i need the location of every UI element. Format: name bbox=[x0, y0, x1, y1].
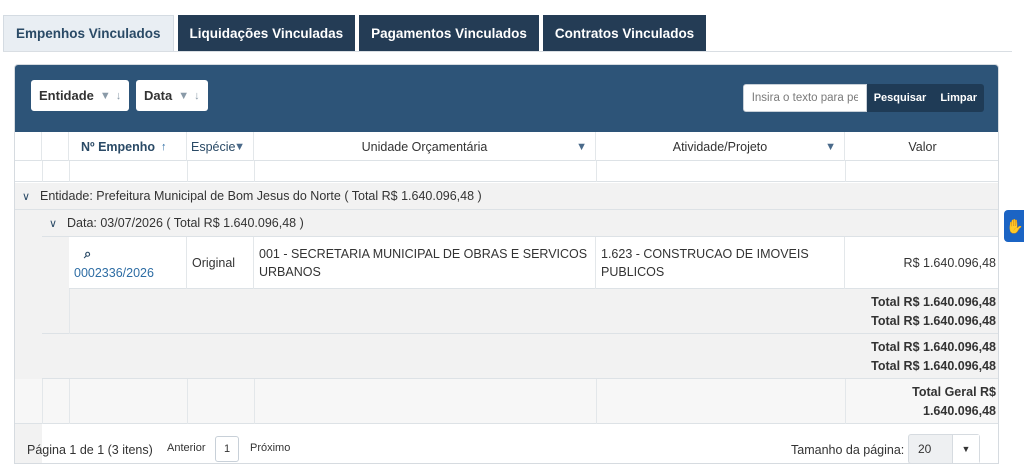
group-row-data[interactable]: ∨ Data: 03/07/2026 ( Total R$ 1.640.096,… bbox=[42, 210, 998, 237]
tab-label: Contratos Vinculados bbox=[554, 25, 695, 41]
cell-empenho: ⌕ 0002336/2026 bbox=[69, 237, 187, 289]
especie-value: Original bbox=[192, 256, 236, 270]
cell-valor: R$ 1.640.096,48 bbox=[845, 237, 998, 289]
chevron-down-icon[interactable]: ∨ bbox=[22, 190, 36, 203]
group-indent bbox=[15, 210, 42, 463]
unidade-value-line2: URBANOS bbox=[259, 265, 321, 279]
atividade-value-line2: PUBLICOS bbox=[601, 265, 665, 279]
header-label: Espécie bbox=[191, 139, 236, 154]
unidade-value-line1: 001 - SECRETARIA MUNICIPAL DE OBRAS E SE… bbox=[259, 247, 588, 261]
filter-icon[interactable]: ▼ bbox=[234, 141, 245, 153]
grand-total-value: 1.640.096,48 bbox=[923, 404, 996, 418]
search-input[interactable] bbox=[742, 84, 867, 112]
group-chip-data[interactable]: Data ▼ ↓ bbox=[136, 80, 208, 111]
pager-info: Página 1 de 1 (3 itens) bbox=[27, 443, 153, 457]
summary-total: Total R$ 1.640.096,48 bbox=[871, 314, 996, 328]
search-bar: Pesquisar Limpar bbox=[742, 84, 984, 112]
grand-total-label: Total Geral R$ bbox=[912, 385, 996, 399]
cell-atividade: 1.623 - CONSTRUCAO DE IMOVEIS PUBLICOS bbox=[596, 237, 845, 289]
header-label: Valor bbox=[908, 139, 937, 154]
tab-label: Empenhos Vinculados bbox=[16, 26, 161, 41]
grand-total-row: Total Geral R$ 1.640.096,48 bbox=[15, 379, 998, 424]
header-atividade[interactable]: Atividade/Projeto ▼ bbox=[596, 132, 845, 161]
chip-label: Entidade bbox=[39, 88, 94, 103]
group-row-entidade[interactable]: ∨ Entidade: Prefeitura Municipal de Bom … bbox=[15, 183, 998, 210]
filter-icon[interactable]: ▼ bbox=[825, 141, 836, 153]
header-unidade[interactable]: Unidade Orçamentária ▼ bbox=[254, 132, 596, 161]
data-grid-panel: Entidade ▼ ↓ Data ▼ ↓ Pesquisar Limpar N… bbox=[14, 64, 999, 464]
cell-especie: Original bbox=[187, 237, 254, 289]
group-indent bbox=[42, 237, 69, 289]
tab-label: Liquidações Vinculadas bbox=[189, 25, 344, 41]
summary-row-data: Total R$ 1.640.096,48 Total R$ 1.640.096… bbox=[42, 289, 998, 334]
pager: Página 1 de 1 (3 itens) Anterior 1 Próxi… bbox=[14, 430, 999, 464]
filter-icon[interactable]: ▼ bbox=[178, 90, 189, 102]
tab-bar: Empenhos Vinculados Liquidações Vinculad… bbox=[3, 15, 710, 52]
valor-value: R$ 1.640.096,48 bbox=[903, 256, 996, 270]
clear-button[interactable]: Limpar bbox=[933, 84, 984, 112]
atividade-value-line1: 1.623 - CONSTRUCAO DE IMOVEIS bbox=[601, 247, 809, 261]
sort-down-icon[interactable]: ↓ bbox=[116, 90, 122, 102]
chip-label: Data bbox=[144, 88, 173, 103]
group-label: Entidade: Prefeitura Municipal de Bom Je… bbox=[40, 189, 482, 203]
next-page-button[interactable]: Próximo bbox=[250, 442, 290, 454]
page-number-button[interactable]: 1 bbox=[215, 436, 239, 462]
grid-toolbar: Entidade ▼ ↓ Data ▼ ↓ Pesquisar Limpar bbox=[15, 65, 998, 132]
filter-icon[interactable]: ▼ bbox=[100, 90, 111, 102]
header-expand-col bbox=[15, 132, 42, 161]
group-label: Data: 03/07/2026 ( Total R$ 1.640.096,48… bbox=[67, 216, 304, 230]
header-empenho[interactable]: Nº Empenho ↑ bbox=[69, 132, 187, 161]
tab-liquidacoes-vinculadas[interactable]: Liquidações Vinculadas bbox=[177, 15, 356, 51]
page-size-value: 20 bbox=[918, 442, 932, 456]
accessibility-hand-icon[interactable]: ✋ bbox=[1004, 210, 1024, 242]
sort-down-icon[interactable]: ↓ bbox=[194, 90, 200, 102]
table-row: ⌕ 0002336/2026 Original 001 - SECRETARIA… bbox=[69, 237, 998, 289]
header-label: Nº Empenho bbox=[81, 139, 156, 154]
summary-row-entidade: Total R$ 1.640.096,48 Total R$ 1.640.096… bbox=[42, 334, 998, 379]
chevron-down-icon[interactable]: ▼ bbox=[952, 435, 979, 463]
filter-icon[interactable]: ▼ bbox=[576, 141, 587, 153]
summary-total: Total R$ 1.640.096,48 bbox=[871, 359, 996, 373]
summary-total: Total R$ 1.640.096,48 bbox=[871, 340, 996, 354]
grid-header: Nº Empenho ↑ Espécie ▼ Unidade Orçamentá… bbox=[15, 132, 998, 161]
search-button[interactable]: Pesquisar bbox=[867, 84, 934, 112]
group-chip-entidade[interactable]: Entidade ▼ ↓ bbox=[31, 80, 130, 111]
header-expand-col-2 bbox=[42, 132, 69, 161]
tab-empenhos-vinculados[interactable]: Empenhos Vinculados bbox=[3, 15, 174, 51]
chevron-down-icon[interactable]: ∨ bbox=[49, 217, 63, 230]
header-label: Atividade/Projeto bbox=[672, 139, 768, 154]
header-label: Unidade Orçamentária bbox=[361, 139, 488, 154]
tab-pagamentos-vinculados[interactable]: Pagamentos Vinculados bbox=[359, 15, 539, 51]
page-size-label: Tamanho da página: bbox=[791, 443, 905, 457]
empenho-link[interactable]: 0002336/2026 bbox=[74, 266, 181, 280]
header-especie[interactable]: Espécie ▼ bbox=[187, 132, 254, 161]
tab-label: Pagamentos Vinculados bbox=[371, 25, 527, 41]
sort-asc-icon[interactable]: ↑ bbox=[161, 141, 167, 153]
tab-divider bbox=[3, 51, 1012, 52]
search-icon[interactable]: ⌕ bbox=[84, 246, 181, 262]
summary-total: Total R$ 1.640.096,48 bbox=[871, 295, 996, 309]
filter-row[interactable] bbox=[15, 161, 998, 182]
header-valor[interactable]: Valor bbox=[845, 132, 998, 161]
cell-unidade: 001 - SECRETARIA MUNICIPAL DE OBRAS E SE… bbox=[254, 237, 596, 289]
prev-page-button[interactable]: Anterior bbox=[167, 442, 206, 454]
tab-contratos-vinculados[interactable]: Contratos Vinculados bbox=[542, 15, 707, 51]
